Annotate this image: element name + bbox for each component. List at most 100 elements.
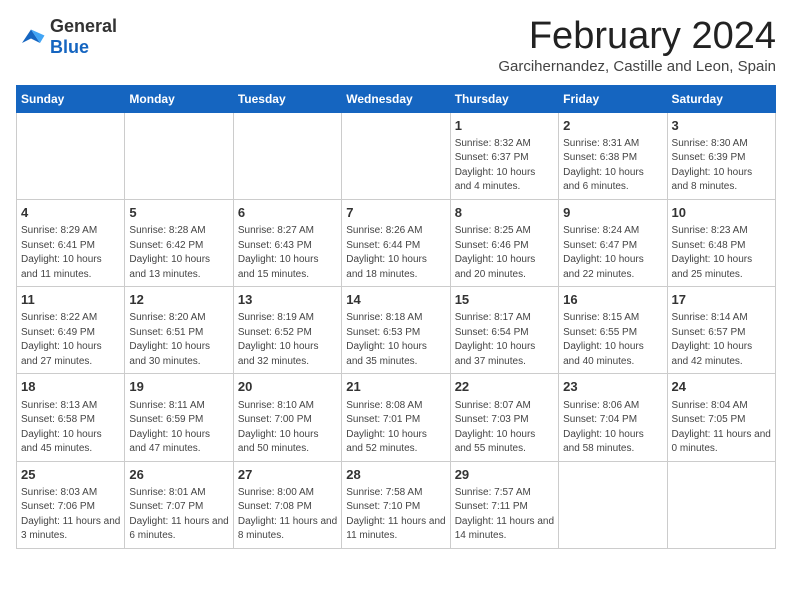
logo: General Blue [16, 16, 117, 58]
day-info: Sunrise: 8:04 AM Sunset: 7:05 PM Dayligh… [672, 399, 771, 457]
table-row [559, 461, 667, 548]
day-number: 7 [346, 204, 445, 222]
day-info: Sunrise: 7:58 AM Sunset: 7:10 PM Dayligh… [346, 486, 445, 544]
calendar-body: 1 Sunrise: 8:32 AM Sunset: 6:37 PM Daylig… [17, 112, 776, 548]
day-info: Sunrise: 8:13 AM Sunset: 6:58 PM Dayligh… [21, 399, 120, 457]
day-number: 18 [21, 378, 120, 396]
day-info: Sunrise: 8:10 AM Sunset: 7:00 PM Dayligh… [238, 399, 337, 457]
day-info: Sunrise: 8:03 AM Sunset: 7:06 PM Dayligh… [21, 486, 120, 544]
col-tuesday: Tuesday [233, 85, 341, 112]
day-info: Sunrise: 8:27 AM Sunset: 6:43 PM Dayligh… [238, 224, 337, 282]
logo-blue: Blue [50, 37, 89, 57]
day-info: Sunrise: 8:32 AM Sunset: 6:37 PM Dayligh… [455, 137, 554, 195]
day-number: 24 [672, 378, 771, 396]
day-number: 6 [238, 204, 337, 222]
day-info: Sunrise: 8:18 AM Sunset: 6:53 PM Dayligh… [346, 311, 445, 369]
table-row [667, 461, 775, 548]
calendar-week-row: 11Sunrise: 8:22 AM Sunset: 6:49 PM Dayli… [17, 287, 776, 374]
table-row: 2Sunrise: 8:31 AM Sunset: 6:38 PM Daylig… [559, 112, 667, 199]
day-info: Sunrise: 8:29 AM Sunset: 6:41 PM Dayligh… [21, 224, 120, 282]
day-info: Sunrise: 8:23 AM Sunset: 6:48 PM Dayligh… [672, 224, 771, 282]
table-row: 19Sunrise: 8:11 AM Sunset: 6:59 PM Dayli… [125, 374, 233, 461]
header: General Blue February 2024 Garcihernande… [16, 16, 776, 75]
table-row [342, 112, 450, 199]
calendar-week-row: 4 Sunrise: 8:29 AM Sunset: 6:41 PM Daylig… [17, 199, 776, 286]
header-row: Sunday Monday Tuesday Wednesday Thursday… [17, 85, 776, 112]
col-monday: Monday [125, 85, 233, 112]
table-row: 24 Sunrise: 8:04 AM Sunset: 7:05 PM Dayli… [667, 374, 775, 461]
table-row: 16 Sunrise: 8:15 AM Sunset: 6:55 PM Dayli… [559, 287, 667, 374]
table-row: 13 Sunrise: 8:19 AM Sunset: 6:52 PM Dayli… [233, 287, 341, 374]
day-number: 27 [238, 466, 337, 484]
day-info: Sunrise: 8:19 AM Sunset: 6:52 PM Dayligh… [238, 311, 337, 369]
calendar-header: Sunday Monday Tuesday Wednesday Thursday… [17, 85, 776, 112]
table-row: 3 Sunrise: 8:30 AM Sunset: 6:39 PM Daylig… [667, 112, 775, 199]
day-info: Sunrise: 7:57 AM Sunset: 7:11 PM Dayligh… [455, 486, 554, 544]
month-title: February 2024 [498, 16, 776, 58]
table-row: 7Sunrise: 8:26 AM Sunset: 6:44 PM Daylig… [342, 199, 450, 286]
calendar-week-row: 18 Sunrise: 8:13 AM Sunset: 6:58 PM Dayli… [17, 374, 776, 461]
table-row: 12 Sunrise: 8:20 AM Sunset: 6:51 PM Dayli… [125, 287, 233, 374]
day-number: 12 [129, 291, 228, 309]
day-info: Sunrise: 8:15 AM Sunset: 6:55 PM Dayligh… [563, 311, 662, 369]
table-row: 9Sunrise: 8:24 AM Sunset: 6:47 PM Daylig… [559, 199, 667, 286]
table-row: 5Sunrise: 8:28 AM Sunset: 6:42 PM Daylig… [125, 199, 233, 286]
day-info: Sunrise: 8:08 AM Sunset: 7:01 PM Dayligh… [346, 399, 445, 457]
table-row: 8 Sunrise: 8:25 AM Sunset: 6:46 PM Daylig… [450, 199, 558, 286]
table-row [233, 112, 341, 199]
col-friday: Friday [559, 85, 667, 112]
day-number: 13 [238, 291, 337, 309]
table-row: 25 Sunrise: 8:03 AM Sunset: 7:06 PM Dayli… [17, 461, 125, 548]
day-number: 22 [455, 378, 554, 396]
table-row: 17 Sunrise: 8:14 AM Sunset: 6:57 PM Dayli… [667, 287, 775, 374]
day-number: 26 [129, 466, 228, 484]
table-row: 1 Sunrise: 8:32 AM Sunset: 6:37 PM Daylig… [450, 112, 558, 199]
day-number: 17 [672, 291, 771, 309]
table-row: 27 Sunrise: 8:00 AM Sunset: 7:08 PM Dayli… [233, 461, 341, 548]
col-sunday: Sunday [17, 85, 125, 112]
table-row: 23Sunrise: 8:06 AM Sunset: 7:04 PM Dayli… [559, 374, 667, 461]
day-info: Sunrise: 8:11 AM Sunset: 6:59 PM Dayligh… [129, 399, 228, 457]
table-row: 29Sunrise: 7:57 AM Sunset: 7:11 PM Dayli… [450, 461, 558, 548]
day-number: 14 [346, 291, 445, 309]
day-number: 10 [672, 204, 771, 222]
day-number: 8 [455, 204, 554, 222]
day-info: Sunrise: 8:25 AM Sunset: 6:46 PM Dayligh… [455, 224, 554, 282]
day-number: 25 [21, 466, 120, 484]
table-row: 18 Sunrise: 8:13 AM Sunset: 6:58 PM Dayli… [17, 374, 125, 461]
table-row: 26Sunrise: 8:01 AM Sunset: 7:07 PM Dayli… [125, 461, 233, 548]
table-row: 4 Sunrise: 8:29 AM Sunset: 6:41 PM Daylig… [17, 199, 125, 286]
day-info: Sunrise: 8:14 AM Sunset: 6:57 PM Dayligh… [672, 311, 771, 369]
day-info: Sunrise: 8:00 AM Sunset: 7:08 PM Dayligh… [238, 486, 337, 544]
logo-bird-icon [16, 22, 46, 52]
calendar-week-row: 25 Sunrise: 8:03 AM Sunset: 7:06 PM Dayli… [17, 461, 776, 548]
table-row: 28 Sunrise: 7:58 AM Sunset: 7:10 PM Dayli… [342, 461, 450, 548]
col-saturday: Saturday [667, 85, 775, 112]
logo-general: General [50, 16, 117, 36]
day-info: Sunrise: 8:31 AM Sunset: 6:38 PM Dayligh… [563, 137, 662, 195]
day-info: Sunrise: 8:28 AM Sunset: 6:42 PM Dayligh… [129, 224, 228, 282]
day-info: Sunrise: 8:24 AM Sunset: 6:47 PM Dayligh… [563, 224, 662, 282]
table-row: 11Sunrise: 8:22 AM Sunset: 6:49 PM Dayli… [17, 287, 125, 374]
day-info: Sunrise: 8:17 AM Sunset: 6:54 PM Dayligh… [455, 311, 554, 369]
day-number: 1 [455, 117, 554, 135]
day-number: 20 [238, 378, 337, 396]
day-number: 28 [346, 466, 445, 484]
day-number: 16 [563, 291, 662, 309]
col-thursday: Thursday [450, 85, 558, 112]
logo-text: General Blue [50, 16, 117, 58]
col-wednesday: Wednesday [342, 85, 450, 112]
day-info: Sunrise: 8:20 AM Sunset: 6:51 PM Dayligh… [129, 311, 228, 369]
calendar-week-row: 1 Sunrise: 8:32 AM Sunset: 6:37 PM Daylig… [17, 112, 776, 199]
day-info: Sunrise: 8:06 AM Sunset: 7:04 PM Dayligh… [563, 399, 662, 457]
day-number: 21 [346, 378, 445, 396]
table-row: 6 Sunrise: 8:27 AM Sunset: 6:43 PM Daylig… [233, 199, 341, 286]
calendar-table: Sunday Monday Tuesday Wednesday Thursday… [16, 85, 776, 549]
day-number: 4 [21, 204, 120, 222]
day-info: Sunrise: 8:30 AM Sunset: 6:39 PM Dayligh… [672, 137, 771, 195]
location-title: Garcihernandez, Castille and Leon, Spain [498, 58, 776, 75]
day-number: 15 [455, 291, 554, 309]
day-number: 3 [672, 117, 771, 135]
day-info: Sunrise: 8:22 AM Sunset: 6:49 PM Dayligh… [21, 311, 120, 369]
table-row: 10 Sunrise: 8:23 AM Sunset: 6:48 PM Dayli… [667, 199, 775, 286]
